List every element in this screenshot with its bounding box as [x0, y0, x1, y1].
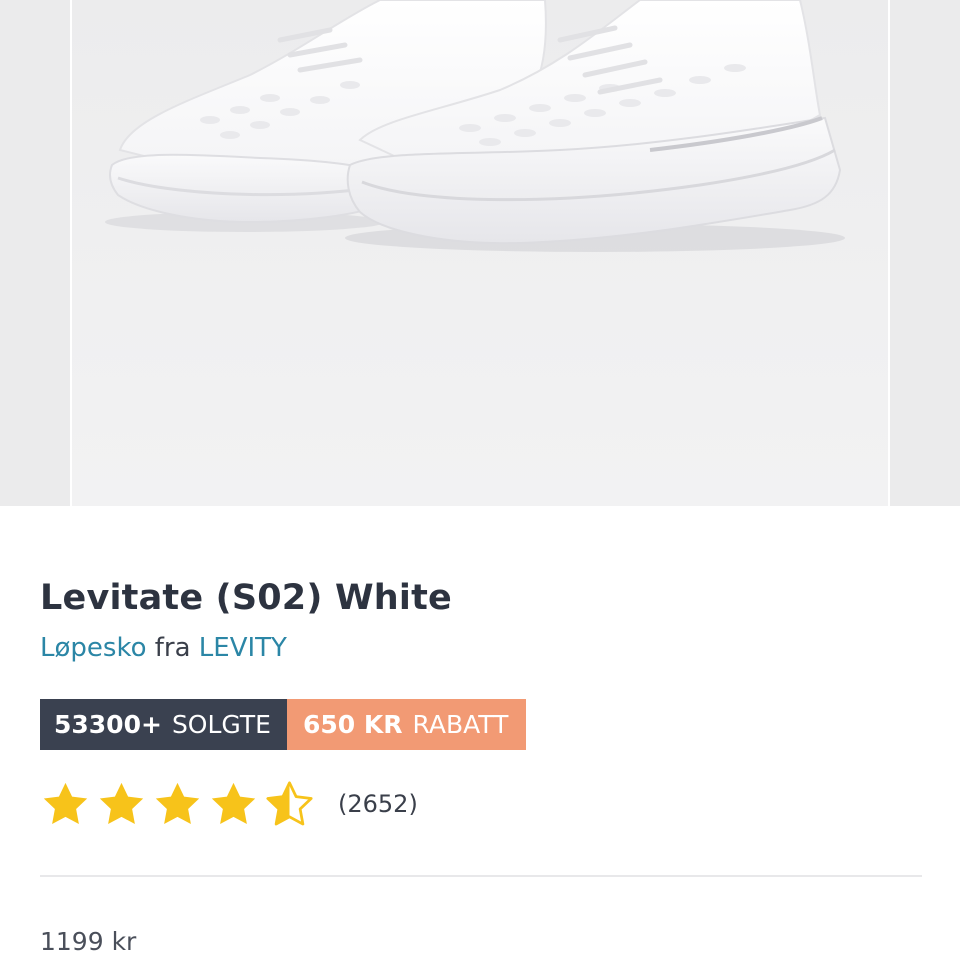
- sneaker-pair-image: [105, 0, 845, 252]
- rating[interactable]: (2652): [40, 776, 418, 832]
- star-icon: [99, 782, 144, 824]
- star-icon: [211, 782, 256, 824]
- product-badges: 53300+ SOLGTE 650 KR RABATT: [40, 699, 527, 750]
- from-text: fra: [154, 633, 191, 663]
- sold-count-badge: 53300+ SOLGTE: [40, 699, 287, 750]
- product-image-carousel[interactable]: [0, 0, 960, 506]
- brand-link[interactable]: LEVITY: [199, 633, 287, 663]
- discount-amount: 650 KR: [302, 710, 403, 739]
- star-icon: [43, 782, 88, 824]
- product-title: Levitate (S02) White: [40, 578, 452, 618]
- section-divider: [40, 875, 922, 877]
- star-rating: [40, 779, 320, 830]
- sold-count: 53300+: [54, 710, 162, 739]
- star-half-icon: [266, 780, 313, 825]
- product-subtitle: Løpesko fra LEVITY: [40, 633, 287, 663]
- product-price: 1199 kr: [40, 927, 137, 956]
- discount-label: RABATT: [412, 710, 509, 739]
- sold-label: SOLGTE: [171, 710, 271, 739]
- discount-badge: 650 KR RABATT: [286, 699, 527, 750]
- review-count[interactable]: (2652): [338, 790, 418, 818]
- category-link[interactable]: Løpesko: [40, 633, 146, 663]
- star-icon: [155, 782, 200, 824]
- product-page: Levitate (S02) White Løpesko fra LEVITY …: [0, 0, 960, 957]
